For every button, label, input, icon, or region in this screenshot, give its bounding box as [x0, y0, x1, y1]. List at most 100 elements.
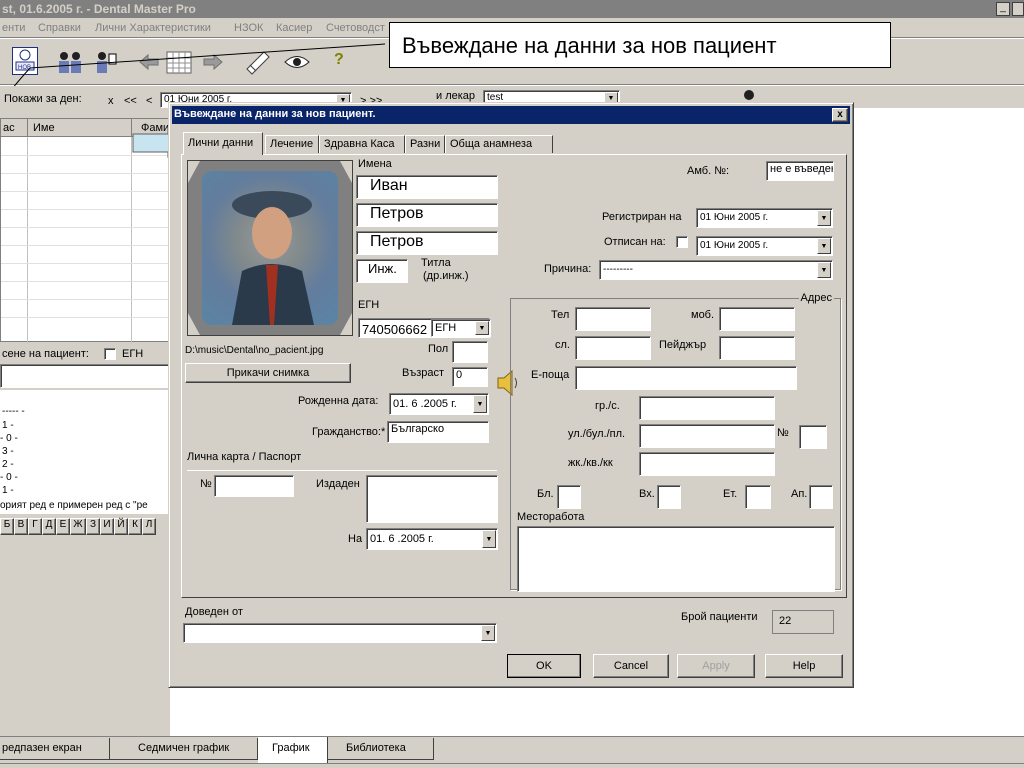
maximize-icon[interactable] [1012, 2, 1024, 16]
id-card-label: Лична карта / Паспорт [187, 451, 302, 463]
letter-button[interactable]: Г [28, 518, 42, 535]
tab-anamnesis[interactable]: Обща анамнеза [445, 135, 553, 153]
village-field[interactable] [575, 336, 651, 360]
patients-count-label: Брой пациенти [681, 611, 758, 623]
workplace-field[interactable] [517, 526, 835, 592]
chevron-down-icon[interactable]: ▼ [482, 530, 496, 548]
corner-icon [340, 313, 352, 335]
tab-treatment[interactable]: Лечение [265, 135, 319, 153]
floor-label: Ет. [723, 488, 738, 500]
letter-button[interactable]: Е [56, 518, 70, 535]
letter-button[interactable]: Л [142, 518, 156, 535]
village-label: сл. [555, 339, 570, 351]
email-field[interactable] [575, 366, 797, 390]
corner-icon [340, 161, 352, 183]
col-name[interactable]: Име [33, 122, 55, 134]
help-button[interactable]: Help [765, 654, 843, 678]
age-field[interactable]: 0 [452, 367, 488, 387]
egn-field[interactable]: 740506662 ЕГН ▼ [358, 318, 491, 338]
chevron-down-icon[interactable]: ▼ [817, 262, 831, 278]
letter-button[interactable]: В [14, 518, 28, 535]
tab-health-fund[interactable]: Здравна Каса [319, 135, 405, 153]
amb-label: Амб. №: [687, 165, 730, 177]
city-field[interactable] [639, 396, 775, 420]
nav-prev[interactable]: < [146, 95, 152, 107]
issued-field[interactable] [366, 475, 498, 523]
reason-combo[interactable]: --------- ▼ [599, 260, 833, 280]
egn-search-checkbox[interactable] [104, 348, 116, 360]
photo-path: D:\music\Dental\no_pacient.jpg [185, 345, 324, 356]
middle-name-field[interactable]: Петров [356, 203, 498, 227]
patients-count-field: 22 [772, 610, 834, 634]
chevron-down-icon[interactable]: ▼ [817, 210, 831, 226]
sex-field[interactable] [452, 341, 488, 363]
referred-combo[interactable]: ▼ [183, 623, 497, 643]
chevron-down-icon[interactable]: ▼ [475, 321, 489, 335]
reason-label: Причина: [544, 263, 592, 275]
street-no-field[interactable] [799, 425, 827, 449]
close-icon[interactable]: x [832, 108, 848, 122]
letter-button[interactable]: Й [114, 518, 128, 535]
apply-button[interactable]: Apply [677, 654, 755, 678]
floor-field[interactable] [745, 485, 771, 509]
alphabet-bar: Б В Г Д Е Ж З И Й К Л [0, 518, 170, 536]
workplace-label: Месторабота [517, 511, 585, 523]
minimize-icon[interactable]: _ [996, 2, 1010, 16]
letter-button[interactable]: И [100, 518, 114, 535]
amb-field[interactable]: не е въведен [766, 161, 834, 181]
birth-label: Рожденна дата: [298, 395, 379, 407]
tab-misc[interactable]: Разни [405, 135, 445, 153]
nav-first[interactable]: x [108, 95, 114, 107]
pager-field[interactable] [719, 336, 795, 360]
citizenship-label: Гражданство:* [312, 426, 386, 438]
first-name-field[interactable]: Иван [356, 175, 498, 199]
apt-field[interactable] [809, 485, 833, 509]
doctor-label: и лекар [436, 90, 476, 102]
citizenship-field[interactable]: Българско [387, 421, 489, 443]
tab-library[interactable]: Библиотека [328, 738, 434, 760]
col-hour[interactable]: ас [3, 122, 15, 134]
letter-button[interactable]: К [128, 518, 142, 535]
nav-prev-page[interactable]: << [124, 95, 137, 107]
entrance-field[interactable] [657, 485, 681, 509]
tab-bar: Лични данни Лечение Здравна Каса Разни О… [183, 132, 853, 155]
birth-date[interactable]: 01. 6 .2005 г. ▼ [389, 393, 489, 415]
title-label: Титла [421, 257, 451, 269]
tab-personal[interactable]: Лични данни [183, 132, 263, 155]
egn-search-label: ЕГН [122, 348, 144, 360]
chevron-down-icon[interactable]: ▼ [481, 625, 495, 641]
id-no-field[interactable] [214, 475, 294, 497]
issued-date[interactable]: 01. 6 .2005 г. ▼ [366, 528, 498, 550]
street-field[interactable] [639, 424, 775, 448]
example-note: орият ред е примерен ред с "ре [0, 500, 148, 511]
letter-button[interactable]: Б [0, 518, 14, 535]
letter-button[interactable]: З [86, 518, 100, 535]
last-name-field[interactable]: Петров [356, 231, 498, 255]
removed-checkbox[interactable] [676, 236, 688, 248]
mobile-field[interactable] [719, 307, 795, 331]
status-bar [0, 763, 1024, 768]
referred-label: Доведен от [185, 606, 243, 618]
tab-screensaver[interactable]: редпазен екран [0, 738, 110, 760]
phone-field[interactable] [575, 307, 651, 331]
bottom-bar: редпазен екран Седмичен график График Би… [0, 736, 1024, 768]
tab-schedule[interactable]: График [258, 737, 328, 763]
chevron-down-icon[interactable]: ▼ [817, 238, 831, 254]
block-field[interactable] [557, 485, 581, 509]
cancel-button[interactable]: Cancel [593, 654, 669, 678]
patient-search-input[interactable] [0, 364, 170, 388]
complex-field[interactable] [639, 452, 775, 476]
removed-date[interactable]: 01 Юни 2005 г. ▼ [696, 236, 833, 256]
chevron-down-icon[interactable]: ▼ [473, 395, 487, 413]
title-field[interactable]: Инж. [356, 259, 408, 283]
corner-icon [188, 161, 200, 183]
attach-photo-button[interactable]: Прикачи снимка [185, 363, 351, 383]
egn-type-combo[interactable]: ЕГН ▼ [431, 319, 491, 337]
letter-button[interactable]: Д [42, 518, 56, 535]
registered-date[interactable]: 01 Юни 2005 г. ▼ [696, 208, 833, 228]
letter-button[interactable]: Ж [70, 518, 86, 535]
address-label: Адрес [798, 292, 834, 304]
ok-button[interactable]: OK [507, 654, 581, 678]
tab-weekly-schedule[interactable]: Седмичен график [110, 738, 258, 760]
phone-label: Тел [551, 309, 570, 321]
